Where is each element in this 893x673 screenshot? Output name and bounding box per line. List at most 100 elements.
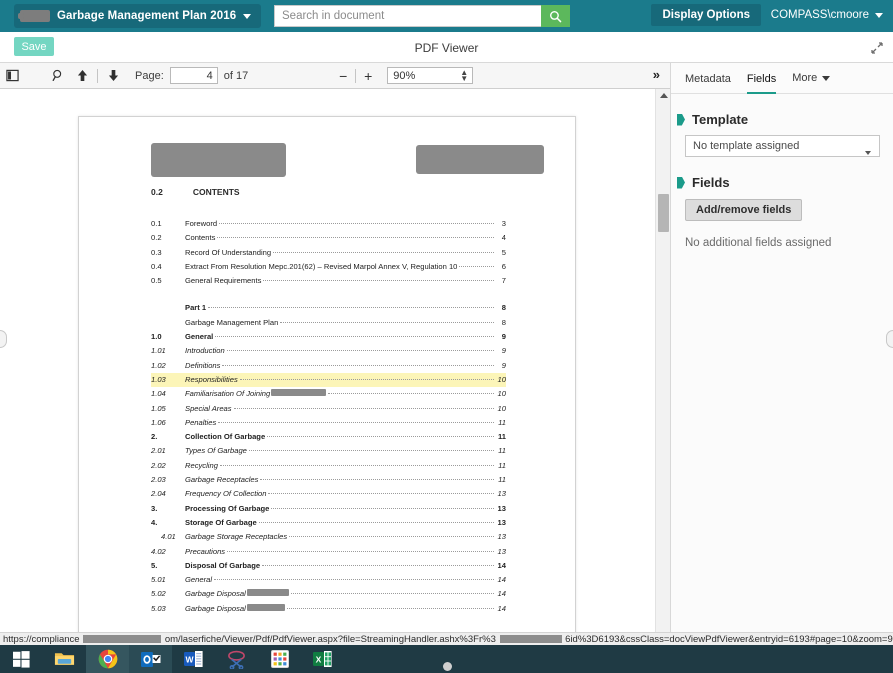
toc-spacer <box>151 288 506 301</box>
toc-row[interactable]: 0.2Contents4 <box>151 231 506 245</box>
magnifier-icon[interactable] <box>46 63 70 89</box>
document-selector[interactable]: Garbage Management Plan 2016 <box>14 4 261 28</box>
application-window: Garbage Management Plan 2016 Display Opt… <box>0 0 893 673</box>
toc-row[interactable]: 5.Disposal Of Garbage14 <box>151 559 506 573</box>
toc-row[interactable]: 0.4Extract From Resolution Mepc.201(62) … <box>151 260 506 274</box>
toc-title: Garbage Storage Receptacles <box>185 530 287 544</box>
expand-arrows-icon[interactable] <box>869 40 885 56</box>
toc-title: Storage Of Garbage <box>185 516 257 530</box>
user-menu[interactable]: COMPASS\cmoore <box>771 9 883 21</box>
toc-number: 1.02 <box>151 359 185 373</box>
toc-number: 0.4 <box>151 260 185 274</box>
toc-row[interactable]: 0.3Record Of Understanding5 <box>151 246 506 260</box>
add-remove-fields-button[interactable]: Add/remove fields <box>685 199 802 221</box>
toc-row[interactable]: 1.02Definitions9 <box>151 359 506 373</box>
toc-page-number: 13 <box>495 502 506 516</box>
toc-row[interactable]: 2.03Garbage Receptacles11 <box>151 473 506 487</box>
toc-row[interactable]: Part 18 <box>151 301 506 315</box>
toc-row[interactable]: 1.06Penalties11 <box>151 416 506 430</box>
toc-leader-dots <box>273 252 494 253</box>
toc-number: 5.01 <box>151 573 185 587</box>
tab-metadata[interactable]: Metadata <box>685 63 731 94</box>
toc-row[interactable]: 4.02Precautions13 <box>151 545 506 559</box>
chrome-icon[interactable] <box>86 645 129 673</box>
toc-row[interactable]: 1.04Familiarisation Of Joining10 <box>151 387 506 401</box>
page-number-input[interactable] <box>170 67 218 84</box>
redaction-block <box>83 635 161 643</box>
page-label: Page: <box>135 70 164 82</box>
tab-more[interactable]: More <box>792 72 830 84</box>
next-page-icon[interactable] <box>101 63 125 89</box>
toc-leader-dots <box>459 266 494 267</box>
fields-section-title: Fields <box>692 175 730 190</box>
toc-title: Contents <box>185 231 215 245</box>
toc-page-number: 11 <box>495 459 506 473</box>
toc-leader-dots <box>287 608 494 609</box>
toc-leader-dots <box>215 336 494 337</box>
excel-icon[interactable]: X <box>301 645 344 673</box>
save-button[interactable]: Save <box>14 37 54 56</box>
file-explorer-icon[interactable] <box>43 645 86 673</box>
toc-page-number: 13 <box>495 516 506 530</box>
document-scrollbar[interactable] <box>655 89 670 632</box>
zoom-in-button[interactable]: + <box>359 63 377 89</box>
snipping-tool-icon[interactable] <box>215 645 258 673</box>
zoom-out-button[interactable]: − <box>334 63 352 89</box>
display-options-button[interactable]: Display Options <box>651 4 761 26</box>
search-button[interactable] <box>541 5 570 27</box>
toc-row[interactable]: 5.02Garbage Disposal14 <box>151 587 506 601</box>
redaction-block <box>247 589 289 596</box>
toc-leader-dots <box>259 522 494 523</box>
outlook-icon[interactable] <box>129 645 172 673</box>
toc-row[interactable]: 2.01Types Of Garbage11 <box>151 444 506 458</box>
scrollbar-thumb[interactable] <box>658 194 669 232</box>
scroll-up-icon[interactable] <box>660 93 668 98</box>
toc-row-highlighted[interactable]: 1.03Responsibilities10 <box>151 373 506 387</box>
toc-title: Record Of Understanding <box>185 246 271 260</box>
toc-row[interactable]: 5.03Garbage Disposal14 <box>151 602 506 616</box>
toc-page-number: 11 <box>495 444 506 458</box>
search-input[interactable] <box>274 5 541 27</box>
toc-number: 1.03 <box>151 373 185 387</box>
toc-row[interactable]: 5.01General14 <box>151 573 506 587</box>
toc-row[interactable]: 4.Storage Of Garbage13 <box>151 516 506 530</box>
toc-row[interactable]: 2.04Frequency Of Collection13 <box>151 487 506 501</box>
toc-row[interactable]: Garbage Management Plan8 <box>151 316 506 330</box>
toc-number: 2.03 <box>151 473 185 487</box>
toc-page-number: 14 <box>495 587 506 601</box>
template-select[interactable] <box>685 135 880 157</box>
metadata-panel: Metadata Fields More Template Fields Add… <box>670 63 893 632</box>
toc-row[interactable]: 1.0General9 <box>151 330 506 344</box>
zoom-level-input[interactable] <box>387 67 473 84</box>
heading-title: CONTENTS <box>193 187 240 197</box>
windows-start-icon[interactable] <box>0 645 43 673</box>
toc-number: 5.02 <box>151 587 185 601</box>
sidebar-toggle-icon[interactable] <box>0 63 24 89</box>
toc-row[interactable]: 0.5General Requirements7 <box>151 274 506 288</box>
previous-page-icon[interactable] <box>70 63 94 89</box>
right-panel-handle[interactable] <box>886 330 893 348</box>
chevron-down-icon[interactable] <box>243 14 251 19</box>
toc-row[interactable]: 1.01Introduction9 <box>151 344 506 358</box>
toc-leader-dots <box>263 280 494 281</box>
template-section-title: Template <box>692 112 748 127</box>
toc-number: 0.5 <box>151 274 185 288</box>
toc-title: Recycling <box>185 459 218 473</box>
toc-title: Introduction <box>185 344 225 358</box>
toc-row[interactable]: 4.01Garbage Storage Receptacles13 <box>151 530 506 544</box>
chevron-down-icon[interactable] <box>875 13 883 18</box>
toc-leader-dots <box>262 565 494 566</box>
tab-fields[interactable]: Fields <box>747 63 776 94</box>
toc-row[interactable]: 2.02Recycling11 <box>151 459 506 473</box>
document-title: Garbage Management Plan 2016 <box>57 10 236 22</box>
toc-row[interactable]: 3.Processing Of Garbage13 <box>151 502 506 516</box>
calculator-icon[interactable] <box>258 645 301 673</box>
toc-row[interactable]: 2.Collection Of Garbage11 <box>151 430 506 444</box>
toc-row[interactable]: 1.05Special Areas10 <box>151 402 506 416</box>
toc-number: 0.2 <box>151 231 185 245</box>
no-fields-message: No additional fields assigned <box>685 237 893 249</box>
word-icon[interactable]: W <box>172 645 215 673</box>
toc-leader-dots <box>271 508 494 509</box>
toc-row[interactable]: 0.1Foreword3 <box>151 217 506 231</box>
more-tools-button[interactable]: » <box>653 67 660 82</box>
